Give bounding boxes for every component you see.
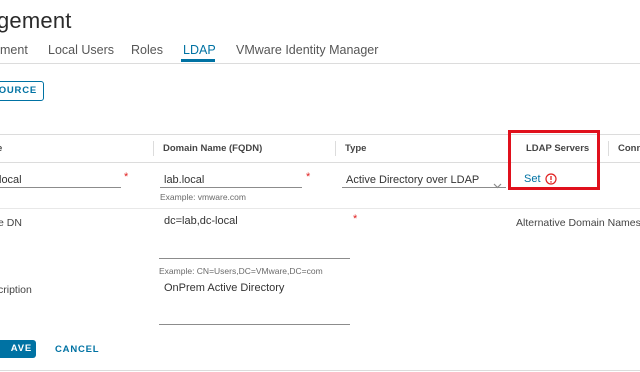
page-title: gement [0, 8, 72, 33]
tab-ldap[interactable]: LDAP [183, 43, 216, 57]
column-separator [153, 141, 154, 156]
required-indicator: * [353, 213, 358, 225]
column-separator [608, 141, 609, 156]
grid-bottom-border [0, 370, 640, 371]
domain-name-input-underline [160, 187, 302, 188]
tab-management[interactable]: ment [0, 43, 28, 57]
type-select[interactable]: Active Directory over LDAP [346, 174, 479, 186]
column-separator [335, 141, 336, 156]
alternative-domain-names-label: Alternative Domain Names [516, 217, 640, 229]
tab-local-users[interactable]: Local Users [48, 43, 114, 57]
required-indicator: * [124, 171, 129, 183]
save-button[interactable]: AVE [0, 340, 36, 358]
column-header-name: e [0, 143, 2, 154]
domain-name-input[interactable]: lab.local [164, 174, 204, 186]
base-dn-input-underline [159, 258, 350, 259]
name-input[interactable]: local [0, 174, 22, 186]
base-dn-label: e DN [0, 217, 22, 229]
description-label: cription [0, 284, 32, 296]
base-dn-input[interactable]: dc=lab,dc-local [164, 215, 238, 227]
column-header-domain-name: Domain Name (FQDN) [163, 143, 263, 154]
domain-name-help: Example: vmware.com [160, 192, 246, 202]
type-select-underline [342, 187, 506, 188]
tab-vmware-identity-manager[interactable]: VMware Identity Manager [236, 43, 378, 57]
add-identity-source-button[interactable]: OURCE [0, 81, 44, 101]
chevron-down-icon[interactable] [493, 176, 502, 194]
active-tab-indicator [181, 59, 215, 62]
required-indicator: * [306, 171, 311, 183]
tab-bar: ment Local Users Roles LDAP VMware Ident… [0, 36, 640, 64]
description-input-underline [159, 324, 350, 325]
description-input[interactable]: OnPrem Active Directory [164, 282, 284, 294]
highlight-annotation-box [508, 130, 600, 190]
column-header-connection: Conn [618, 143, 640, 154]
base-dn-help: Example: CN=Users,DC=VMware,DC=com [159, 266, 323, 276]
cancel-button[interactable]: CANCEL [55, 344, 99, 355]
row-separator [0, 208, 640, 209]
tab-roles[interactable]: Roles [131, 43, 163, 57]
name-input-underline [0, 187, 121, 188]
column-header-type: Type [345, 143, 367, 154]
